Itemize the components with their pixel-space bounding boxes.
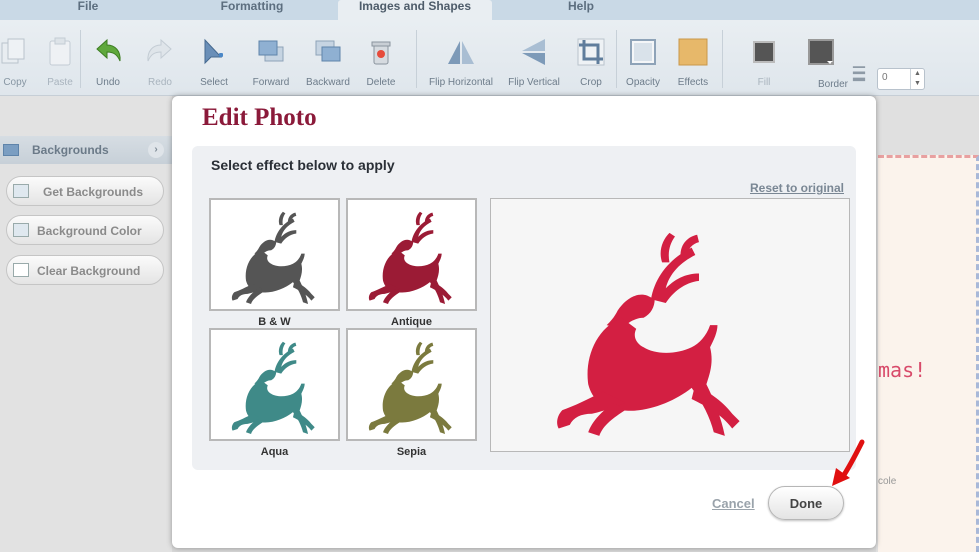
redo-label: Redo	[148, 77, 172, 88]
copy-icon	[1, 38, 25, 64]
bring-forward-icon	[258, 40, 284, 62]
effects-button[interactable]: Effects	[672, 20, 714, 96]
tab-file[interactable]: File	[30, 0, 146, 20]
copy-button[interactable]: Copy	[0, 20, 30, 96]
paste-button[interactable]: Paste	[44, 20, 76, 96]
stepper-arrows-icon[interactable]: ▲ ▼	[910, 69, 924, 89]
clear-background-button[interactable]: Clear Background	[6, 255, 164, 285]
toolbar-separator	[722, 30, 723, 88]
crop-label: Crop	[580, 77, 602, 88]
effects-label: Effects	[677, 77, 709, 88]
get-backgrounds-label: Get Backgrounds	[43, 185, 144, 199]
chevron-right-icon[interactable]: ›	[148, 142, 164, 158]
trash-icon	[371, 41, 391, 65]
get-backgrounds-button[interactable]: Get Backgrounds	[6, 176, 164, 206]
deer-image-aqua	[231, 341, 315, 434]
redo-icon	[147, 38, 172, 62]
select-icon	[204, 38, 223, 65]
select-button[interactable]: Select	[192, 20, 236, 96]
crop-button[interactable]: Crop	[572, 20, 610, 96]
toolbar-separator	[616, 30, 617, 88]
redo-button[interactable]: Redo	[140, 20, 180, 96]
effect-label-antique: Antique	[391, 316, 432, 328]
tab-formatting[interactable]: Formatting	[190, 0, 314, 20]
delete-label: Delete	[366, 77, 396, 88]
effects-panel: Select effect below to apply Reset to or…	[192, 146, 856, 470]
effect-label-sepia: Sepia	[396, 446, 427, 458]
effects-instruction: Select effect below to apply	[211, 157, 395, 173]
undo-button[interactable]: Undo	[88, 20, 128, 96]
dialog-title: Edit Photo	[202, 104, 317, 131]
clear-background-label: Clear Background	[37, 264, 141, 278]
background-color-icon	[13, 223, 29, 237]
toolbar-separator	[80, 30, 81, 88]
effect-thumb-antique[interactable]	[346, 198, 477, 311]
effect-label-aqua: Aqua	[260, 446, 289, 458]
opacity-label: Opacity	[626, 77, 660, 88]
backgrounds-panel-header[interactable]: Backgrounds ›	[0, 136, 172, 164]
opacity-button[interactable]: Opacity	[622, 20, 664, 96]
border-width-stepper[interactable]: 0 ▲ ▼	[877, 68, 925, 90]
effect-thumb-aqua[interactable]	[209, 328, 340, 441]
card-text: mas!	[878, 358, 927, 382]
flip-vertical-icon	[522, 39, 545, 65]
tab-help[interactable]: Help	[530, 0, 632, 20]
flip-vertical-label: Flip Vertical	[508, 77, 560, 88]
reset-to-original-link[interactable]: Reset to original	[750, 181, 844, 195]
select-label: Select	[200, 77, 228, 88]
effect-thumb-sepia[interactable]	[346, 328, 477, 441]
fill-icon	[753, 41, 775, 63]
annotation-arrow-icon	[832, 439, 865, 486]
flip-horizontal-button[interactable]: Flip Horizontal	[424, 20, 498, 96]
send-backward-icon	[315, 40, 341, 62]
fill-label: Fill	[757, 77, 771, 88]
border-button[interactable]: Border	[808, 20, 858, 96]
flip-horizontal-icon	[448, 41, 474, 64]
toolbar-separator	[416, 30, 417, 88]
left-panel: Backgrounds › Get Backgrounds Background…	[0, 96, 172, 552]
deer-image-antique	[368, 211, 452, 304]
deer-image-bw	[231, 211, 315, 304]
clear-background-icon	[13, 263, 29, 277]
tab-images-and-shapes[interactable]: Images and Shapes	[338, 0, 492, 20]
background-color-button[interactable]: Background Color	[6, 215, 164, 245]
effects-icon	[678, 38, 708, 66]
backgrounds-icon	[3, 144, 19, 156]
undo-label: Undo	[96, 77, 120, 88]
effect-label-bw: B & W	[258, 316, 291, 328]
design-canvas[interactable]: mas! cole	[876, 96, 979, 552]
border-color-icon	[808, 39, 834, 65]
border-width-icon[interactable]	[852, 64, 866, 86]
deer-image-preview	[557, 232, 740, 436]
menu-bar: File Formatting Images and Shapes Help	[0, 0, 979, 20]
edit-photo-dialog: Edit Photo Select effect below to apply …	[172, 96, 876, 548]
copy-label: Copy	[3, 77, 27, 88]
add-background-icon	[13, 184, 29, 198]
border-width-value: 0	[882, 72, 888, 83]
background-color-label: Background Color	[37, 224, 142, 238]
card-preview[interactable]: mas! cole	[878, 155, 979, 552]
delete-button[interactable]: Delete	[360, 20, 402, 96]
forward-label: Forward	[252, 77, 290, 88]
cancel-button[interactable]: Cancel	[712, 496, 755, 511]
flip-vertical-button[interactable]: Flip Vertical	[502, 20, 566, 96]
opacity-icon	[630, 39, 656, 65]
card-small-text: cole	[878, 476, 897, 487]
border-label: Border	[817, 79, 848, 90]
forward-button[interactable]: Forward	[246, 20, 296, 96]
toolbar: Copy Paste Undo Redo Select Forward Back…	[0, 20, 979, 96]
deer-image-sepia	[368, 341, 452, 434]
undo-icon	[96, 38, 121, 62]
backward-button[interactable]: Backward	[300, 20, 356, 96]
backward-label: Backward	[306, 77, 350, 88]
backgrounds-header-label: Backgrounds	[32, 143, 109, 157]
fill-button[interactable]: Fill	[744, 20, 784, 96]
photo-preview	[490, 198, 850, 452]
effect-thumb-bw[interactable]	[209, 198, 340, 311]
paste-icon	[49, 37, 71, 66]
paste-label: Paste	[47, 77, 73, 88]
crop-icon	[577, 38, 605, 66]
flip-horizontal-label: Flip Horizontal	[429, 77, 493, 88]
